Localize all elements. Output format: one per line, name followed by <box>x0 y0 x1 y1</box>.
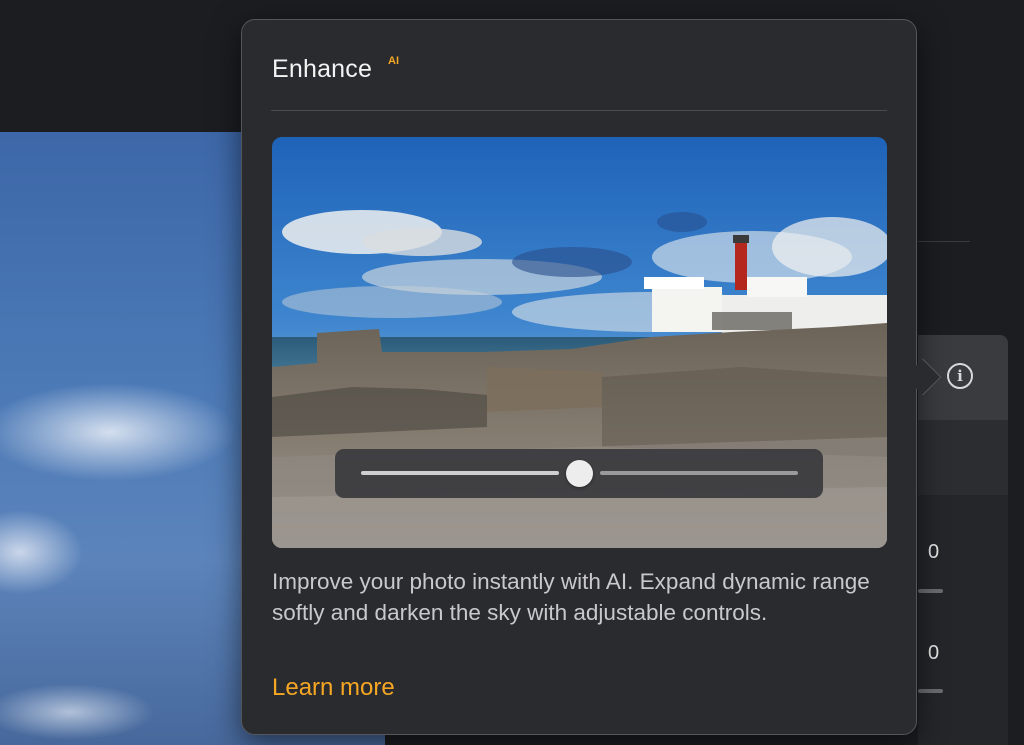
adjustment-slider-1[interactable] <box>918 589 943 593</box>
enhance-slider-track-filled[interactable] <box>361 471 559 475</box>
popover-divider <box>271 110 887 111</box>
enhance-slider-track-empty[interactable] <box>600 471 798 475</box>
adjustment-slider-2[interactable] <box>918 689 943 693</box>
ai-badge: AI <box>388 55 399 67</box>
learn-more-link[interactable]: Learn more <box>272 674 395 702</box>
popover-title: Enhance <box>272 55 373 83</box>
sidebar-divider <box>918 241 970 242</box>
adjustment-value-1: 0 <box>928 541 940 563</box>
enhance-panel-body <box>918 495 1008 745</box>
info-icon[interactable]: i <box>947 363 973 389</box>
enhance-panel-row <box>918 420 1008 495</box>
enhance-slider-thumb[interactable] <box>566 460 593 487</box>
adjustment-value-2: 0 <box>928 642 940 664</box>
popover-description: Improve your photo instantly with AI. Ex… <box>272 569 870 625</box>
